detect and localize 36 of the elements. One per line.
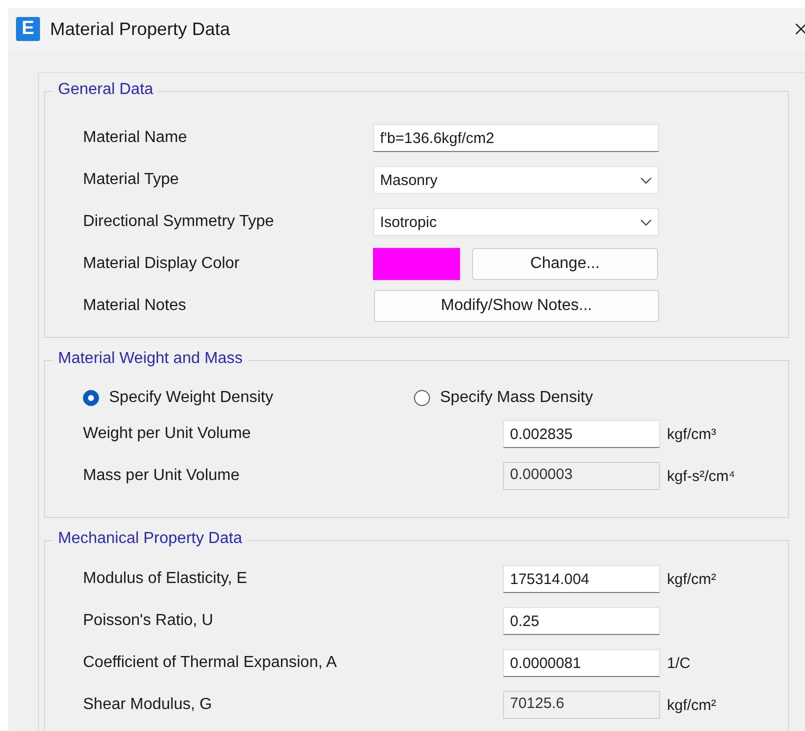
chevron-down-icon[interactable] <box>640 218 652 226</box>
unit-label: kgf/cm³ <box>667 426 716 442</box>
field-label: Weight per Unit Volume <box>82 425 252 443</box>
number-field[interactable]: 0.25 <box>503 607 660 635</box>
field-label: Poisson's Ratio, U <box>82 612 214 630</box>
unit-label: kgf-s²/cm⁴ <box>667 468 736 484</box>
group-title: Mechanical Property Data <box>53 530 248 548</box>
field-label: Mass per Unit Volume <box>82 467 241 485</box>
field-label: Material Display Color <box>82 255 240 273</box>
chevron-down-icon[interactable] <box>640 176 652 184</box>
field-label: Directional Symmetry Type <box>82 213 275 231</box>
number-field: 0.000003 <box>503 462 660 490</box>
field-label: Material Type <box>82 171 180 189</box>
number-field: 70125.6 <box>503 691 660 719</box>
app-logo: E <box>16 17 40 41</box>
text-field[interactable]: f'b=136.6kgf/cm2 <box>373 124 659 152</box>
unit-label: 1/C <box>667 654 690 672</box>
radio-option[interactable]: Specify Mass Density <box>414 389 745 407</box>
field-label: Modulus of Elasticity, E <box>82 570 248 588</box>
notes-button[interactable]: Modify/Show Notes... <box>374 290 659 322</box>
number-field[interactable]: 0.0000081 <box>503 649 660 677</box>
close-icon[interactable] <box>795 23 805 35</box>
number-field[interactable]: 175314.004 <box>503 565 660 593</box>
unit-label: kgf/cm² <box>667 570 716 588</box>
field-label: Material Notes <box>82 297 188 315</box>
field-label: Coefficient of Thermal Expansion, A <box>82 654 338 672</box>
number-field[interactable]: 0.002835 <box>503 420 660 448</box>
group-title: Material Weight and Mass <box>53 350 248 368</box>
radio-option[interactable]: Specify Weight Density <box>83 389 414 407</box>
dropdown[interactable]: Isotropic <box>373 208 659 236</box>
window-title: Material Property Data <box>50 18 230 40</box>
dropdown[interactable]: Masonry <box>373 166 659 194</box>
field-label: Shear Modulus, G <box>82 696 213 714</box>
field-label: Material Name <box>82 129 188 147</box>
change-button[interactable]: Change... <box>472 248 658 280</box>
unit-label: kgf/cm² <box>667 696 716 714</box>
